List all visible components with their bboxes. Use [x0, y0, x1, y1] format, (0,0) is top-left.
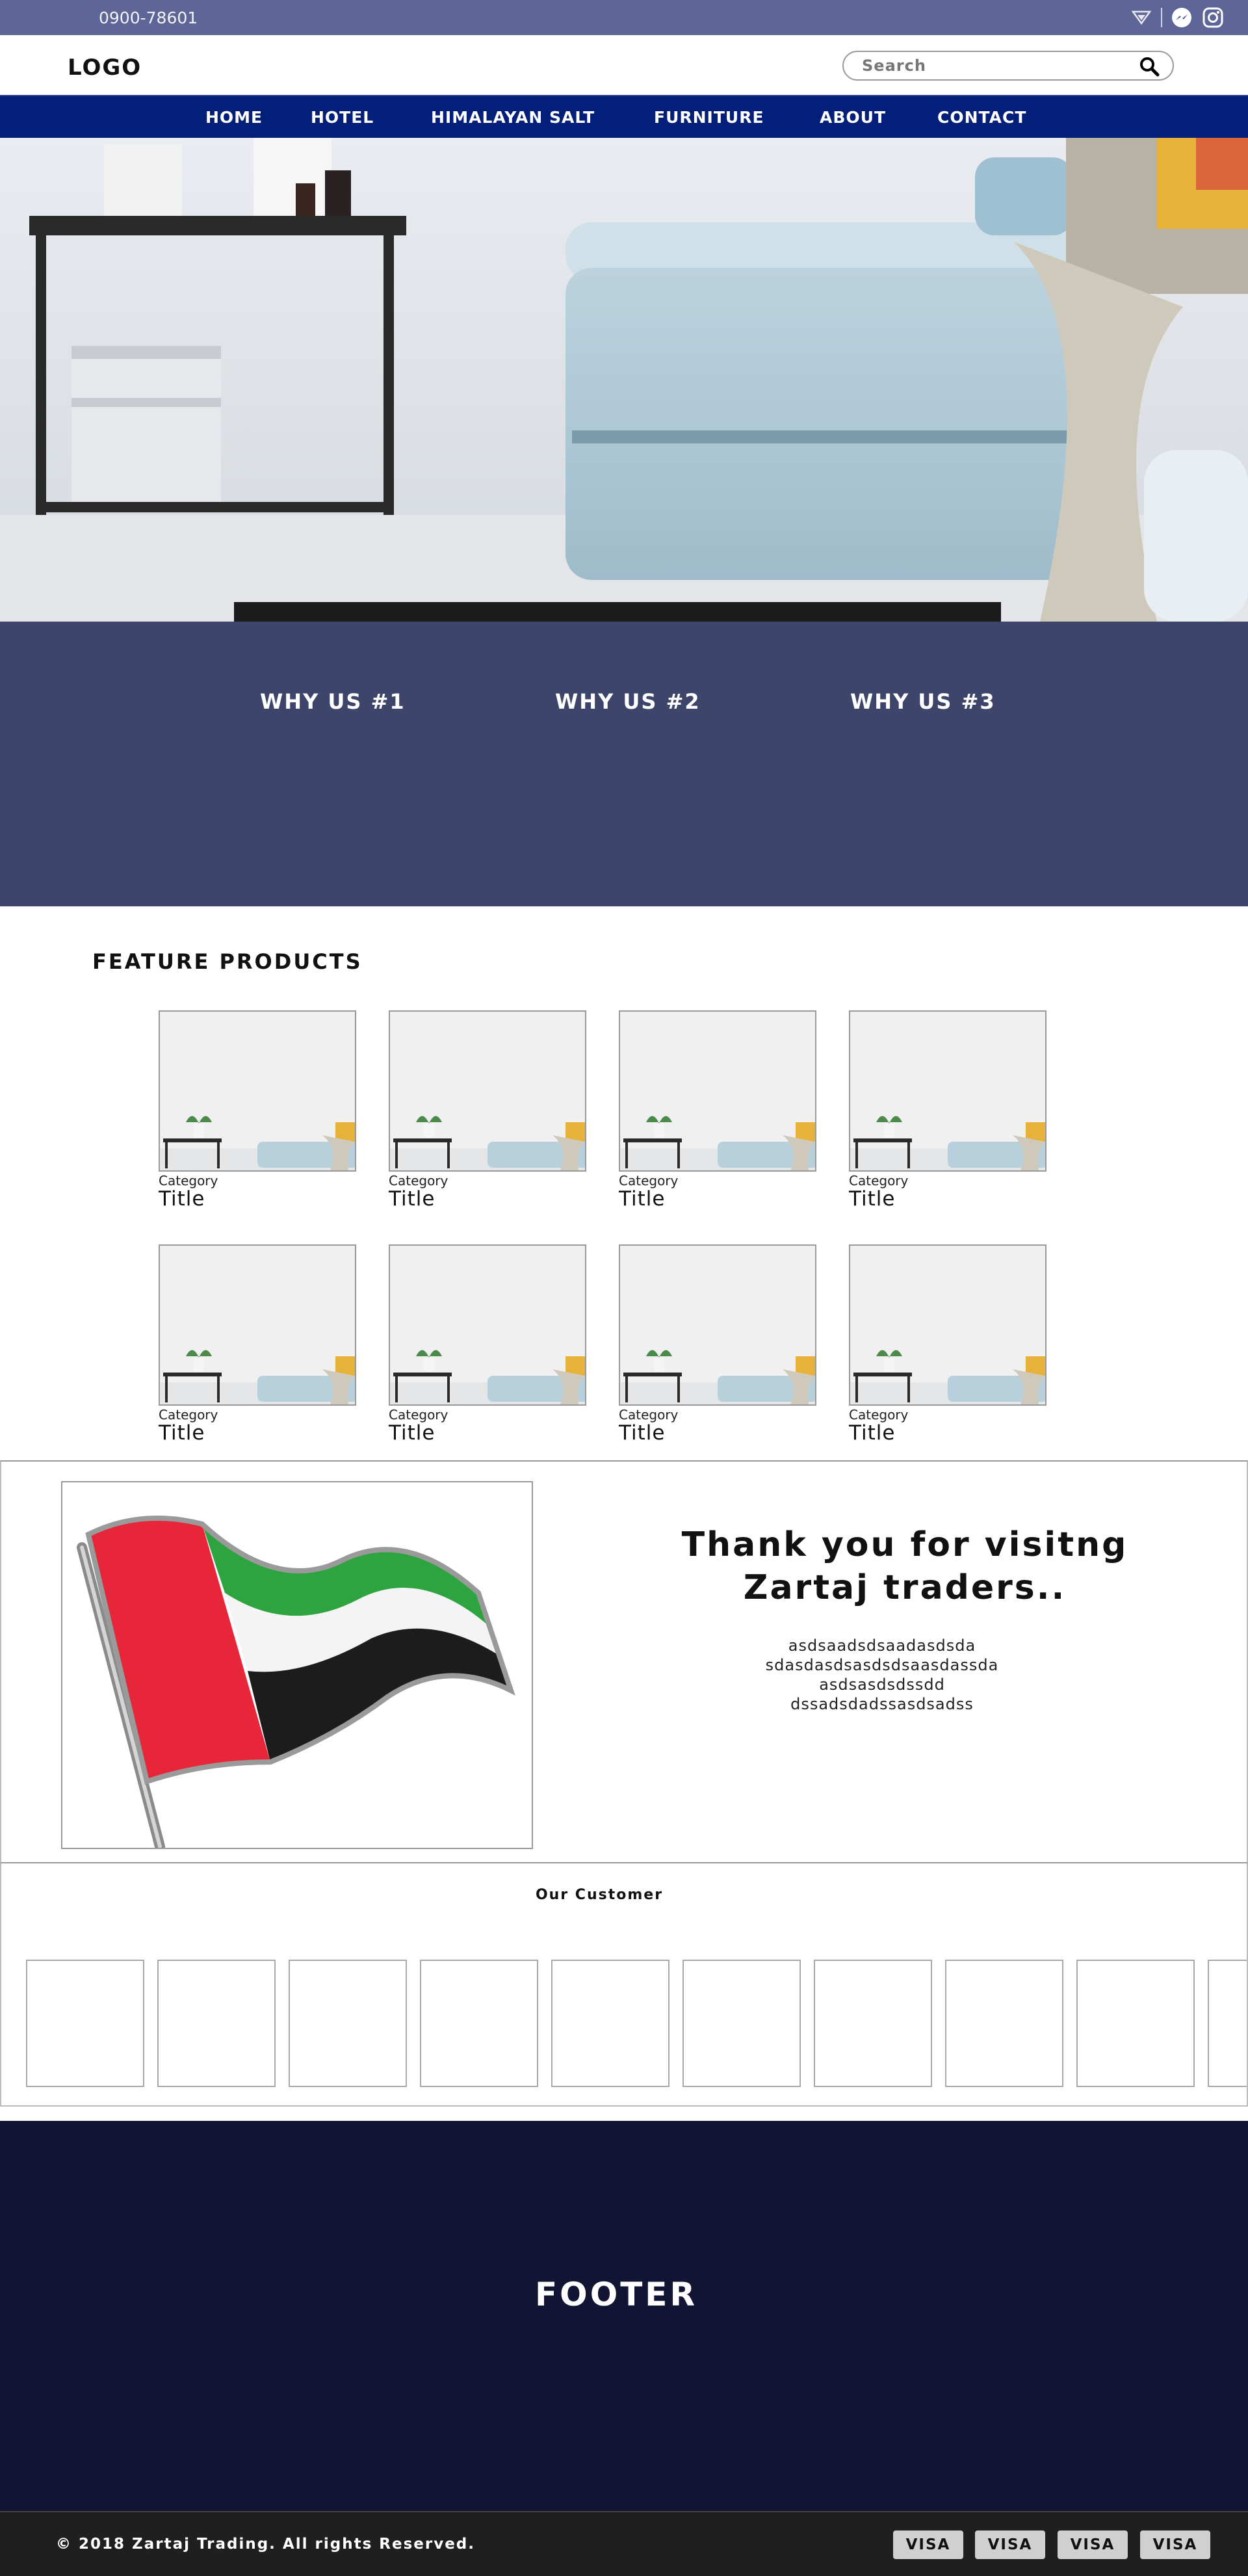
product-category: Category	[389, 1407, 448, 1423]
customer-logo-box	[157, 1960, 276, 2087]
footer: FOOTER	[0, 2121, 1248, 2511]
copyright-text: © 2018 Zartaj Trading. All rights Reserv…	[56, 2536, 475, 2553]
product-card[interactable]: Category Title	[159, 1010, 356, 1213]
product-card[interactable]: Category Title	[619, 1010, 816, 1213]
product-title[interactable]: Title	[849, 1187, 895, 1211]
phone-number: 0900-78601	[99, 8, 198, 27]
product-category: Category	[159, 1407, 218, 1423]
customer-logo-box	[420, 1960, 538, 2087]
nav-item-about[interactable]: ABOUT	[820, 108, 886, 127]
bottom-bar: © 2018 Zartaj Trading. All rights Reserv…	[0, 2511, 1248, 2576]
product-category: Category	[619, 1173, 679, 1189]
thank-you-body: asdsaadsdsaadasdsda sdasdasdsasdsdsaasda…	[687, 1636, 1077, 1714]
customer-logo-box	[26, 1960, 144, 2087]
product-title[interactable]: Title	[389, 1187, 435, 1211]
product-category: Category	[849, 1173, 909, 1189]
customer-logo-box	[1208, 1960, 1247, 2087]
main-nav: HOME HOTEL HIMALAYAN SALT FURNITURE ABOU…	[0, 95, 1248, 138]
instagram-icon[interactable]	[1201, 6, 1225, 29]
customer-logo-box	[289, 1960, 407, 2087]
customer-logo-box	[551, 1960, 670, 2087]
social-icons	[1130, 6, 1225, 29]
product-card[interactable]: Category Title	[389, 1010, 586, 1213]
hero-furniture-illustration	[0, 138, 1248, 622]
product-title[interactable]: Title	[159, 1421, 205, 1445]
product-image[interactable]	[619, 1010, 816, 1172]
product-category: Category	[849, 1407, 909, 1423]
thank-you-line: sdasdasdsasdsdsaasdassda	[765, 1656, 999, 1674]
nav-item-contact[interactable]: CONTACT	[937, 108, 1026, 127]
nav-item-furniture[interactable]: FURNITURE	[654, 108, 764, 127]
nav-item-himalayan-salt[interactable]: HIMALAYAN SALT	[431, 108, 595, 127]
product-image[interactable]	[849, 1010, 1046, 1172]
nav-item-home[interactable]: HOME	[205, 108, 263, 127]
uae-flag-illustration	[77, 1516, 515, 1848]
top-bar: 0900-78601	[0, 0, 1248, 35]
product-image[interactable]	[849, 1244, 1046, 1406]
search-bar	[842, 51, 1174, 81]
product-image[interactable]	[389, 1010, 586, 1172]
customer-logo-box	[682, 1960, 801, 2087]
product-card[interactable]: Category Title	[159, 1244, 356, 1447]
dropdown-arrow-icon[interactable]	[1130, 6, 1153, 29]
product-image[interactable]	[159, 1244, 356, 1406]
product-image[interactable]	[619, 1244, 816, 1406]
product-card[interactable]: Category Title	[849, 1010, 1046, 1213]
thank-you-line: asdsaadsdsaadasdsda	[788, 1636, 976, 1655]
product-title[interactable]: Title	[849, 1421, 895, 1445]
search-icon[interactable]	[1139, 56, 1160, 77]
thank-you-line: asdsasdsdssdd	[819, 1676, 945, 1694]
product-category: Category	[159, 1173, 218, 1189]
hero-image	[0, 138, 1248, 622]
customer-logo-box	[814, 1960, 932, 2087]
footer-title: FOOTER	[535, 2276, 697, 2313]
product-title[interactable]: Title	[389, 1421, 435, 1445]
why-us-2: WHY US #2	[555, 689, 701, 714]
site-header: LOGO	[0, 35, 1248, 95]
product-title[interactable]: Title	[619, 1421, 665, 1445]
icon-divider	[1161, 8, 1162, 27]
uae-flag-image	[61, 1481, 533, 1849]
visa-badge: VISA	[1140, 2530, 1210, 2559]
product-image[interactable]	[159, 1010, 356, 1172]
thank-you-line: dssadsdadssasdsadss	[790, 1695, 974, 1713]
feature-products-heading: FEATURE PRODUCTS	[92, 949, 363, 974]
product-card[interactable]: Category Title	[849, 1244, 1046, 1447]
logo[interactable]: LOGO	[68, 55, 142, 81]
product-image[interactable]	[389, 1244, 586, 1406]
thank-you-heading: Thank you for visitng Zartaj traders..	[681, 1525, 1128, 1607]
why-us-1: WHY US #1	[260, 689, 406, 714]
product-card[interactable]: Category Title	[389, 1244, 586, 1447]
thank-you-section: Thank you for visitng Zartaj traders.. a…	[0, 1460, 1248, 1863]
search-input[interactable]	[862, 56, 1122, 75]
why-us-3: WHY US #3	[850, 689, 996, 714]
product-card[interactable]: Category Title	[619, 1244, 816, 1447]
product-title[interactable]: Title	[159, 1187, 205, 1211]
visa-badge: VISA	[893, 2530, 963, 2559]
product-category: Category	[389, 1173, 448, 1189]
our-customers-heading: Our Customer	[535, 1887, 664, 1903]
visa-badge: VISA	[975, 2530, 1045, 2559]
nav-item-hotel[interactable]: HOTEL	[311, 108, 374, 127]
customer-logo-box	[1076, 1960, 1195, 2087]
customer-logo-box	[945, 1960, 1063, 2087]
why-us-section: WHY US #1 WHY US #2 WHY US #3	[0, 622, 1248, 906]
product-title[interactable]: Title	[619, 1187, 665, 1211]
our-customers-section: Our Customer	[0, 1863, 1248, 2107]
product-category: Category	[619, 1407, 679, 1423]
visa-badge: VISA	[1058, 2530, 1128, 2559]
messenger-icon[interactable]	[1170, 6, 1193, 29]
